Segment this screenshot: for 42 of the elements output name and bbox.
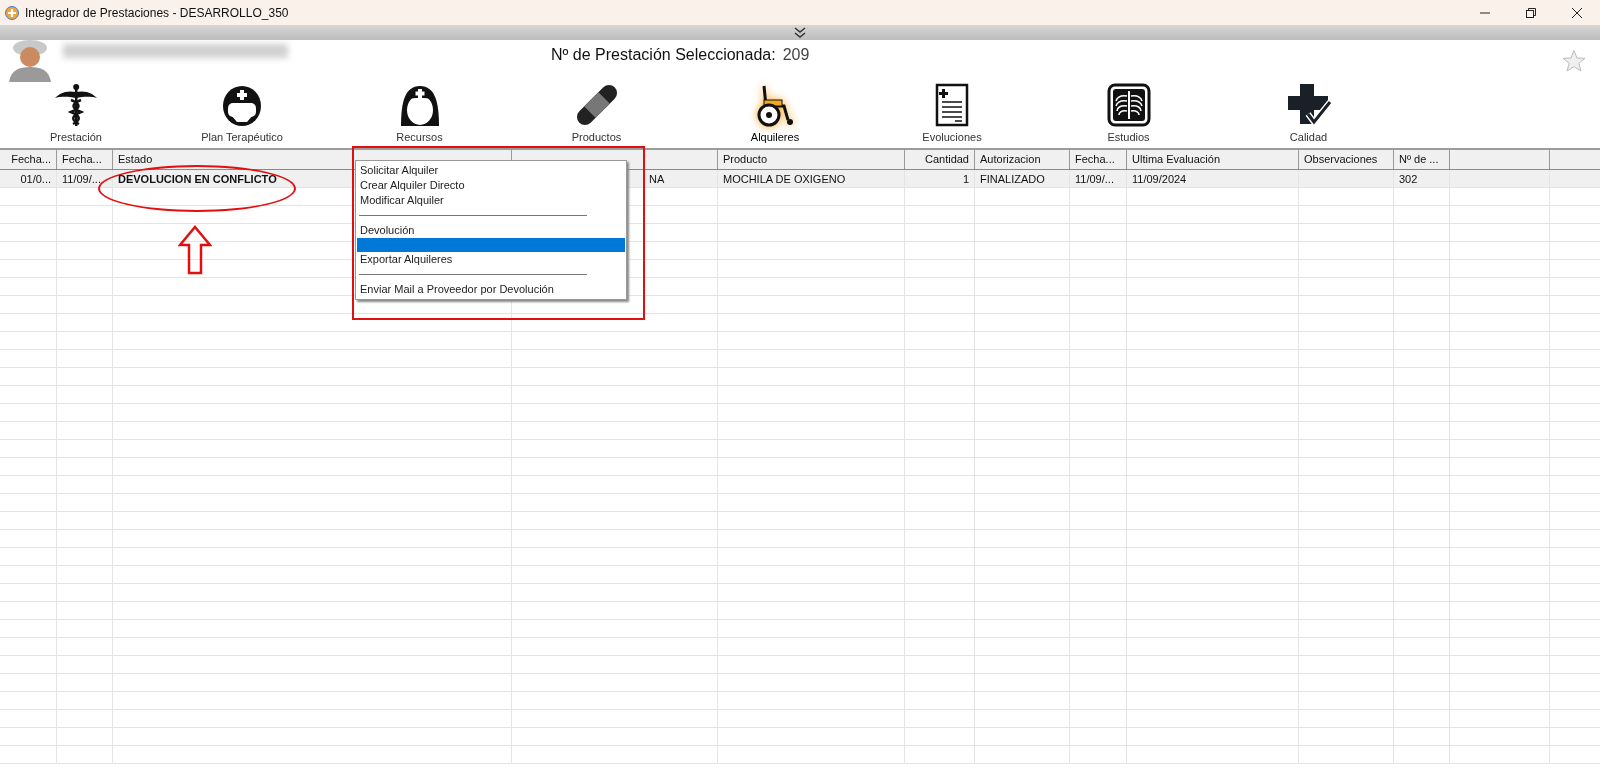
toolbar-button[interactable]: Evoluciones: [864, 82, 1040, 144]
up-arrow-icon: [178, 225, 212, 275]
menu-item[interactable]: Enviar Mail a Proveedor por Devolución: [356, 282, 626, 297]
column-header[interactable]: Fecha...: [57, 150, 113, 169]
column-header[interactable]: Nº de ...: [1394, 150, 1450, 169]
xray-icon: [1105, 82, 1152, 128]
menu-item[interactable]: Exportar Alquileres: [356, 252, 626, 267]
toolbar-button[interactable]: Productos: [507, 82, 686, 144]
column-header[interactable]: Fecha...: [0, 150, 57, 169]
selected-number: 209: [782, 45, 810, 65]
table-cell: FINALIZADO: [975, 170, 1070, 187]
table-cell: MOCHILA DE OXIGENO: [718, 170, 905, 187]
caduceus-icon: [53, 82, 99, 128]
menu-item[interactable]: Modificar Alquiler: [356, 193, 626, 208]
restore-icon: [1526, 7, 1536, 18]
window-title: Integrador de Prestaciones - DESARROLLO_350: [25, 4, 289, 22]
toolbar-button[interactable]: Calidad: [1217, 82, 1400, 144]
table-cell: 11/09/2024: [1127, 170, 1299, 187]
selected-label: Nº de Prestación Seleccionada:: [551, 45, 776, 65]
toolbar-button[interactable]: Prestación: [0, 82, 152, 144]
table-cell: 11/09/...: [1070, 170, 1127, 187]
toolbar-button[interactable]: Estudios: [1040, 82, 1217, 144]
menu-item[interactable]: [357, 238, 625, 252]
table-cell: 1: [905, 170, 975, 187]
column-header[interactable]: Cantidad: [905, 150, 975, 169]
column-header[interactable]: Producto: [718, 150, 905, 169]
app-icon: [5, 5, 19, 20]
column-header[interactable]: Ultima Evaluación: [1127, 150, 1299, 169]
chevron-down-icon[interactable]: [793, 26, 807, 39]
table-cell: 302: [1394, 170, 1450, 187]
toolbar-button[interactable]: Plan Terapéutico: [152, 82, 332, 144]
toolbar-button[interactable]: Recursos: [332, 82, 507, 144]
menu-item[interactable]: Devolución: [356, 223, 626, 238]
close-icon: [1572, 7, 1582, 18]
toolbar-button[interactable]: Alquileres: [686, 82, 864, 144]
table-cell: 11/09/...: [57, 170, 113, 187]
column-header[interactable]: Observaciones: [1299, 150, 1394, 169]
column-header[interactable]: Autorizacion: [975, 150, 1070, 169]
column-header[interactable]: Fecha...: [1070, 150, 1127, 169]
cross-check-icon: [1285, 82, 1332, 128]
table-cell: 01/0...: [0, 170, 57, 187]
star-icon[interactable]: [1562, 49, 1586, 73]
